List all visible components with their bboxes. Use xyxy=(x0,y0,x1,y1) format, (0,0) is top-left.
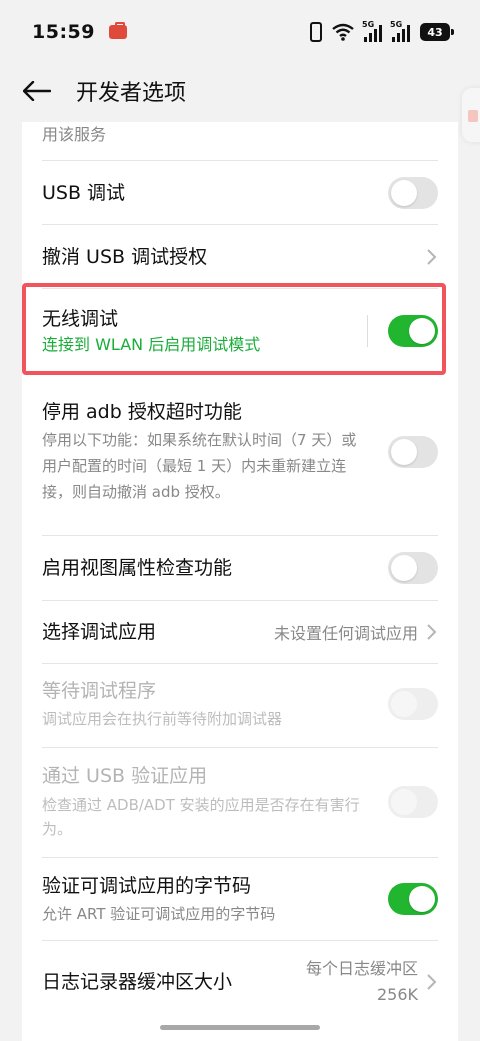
setting-subtitle: 停用以下功能：如果系统在默认时间（7 天）或用户配置的时间（最短 1 天）内未重… xyxy=(42,431,357,501)
setting-title: 无线调试 xyxy=(42,308,119,330)
setting-subtitle: 允许 ART 验证可调试应用的字节码 xyxy=(42,905,276,923)
vertical-separator xyxy=(367,315,368,347)
setting-subtitle: 调试应用会在执行前等待附加调试器 xyxy=(42,710,283,728)
setting-revoke-usb-auth[interactable]: 撤消 USB 调试授权 xyxy=(22,225,458,288)
vibrate-icon xyxy=(310,22,322,42)
chevron-right-icon xyxy=(427,248,437,265)
status-bar: 15:59 5G 5G 43 xyxy=(0,0,480,64)
setting-subtitle: 连接到 WLAN 后启用调试模式 xyxy=(42,335,261,354)
network-type-label: 5G xyxy=(362,20,375,29)
status-time: 15:59 xyxy=(32,21,95,43)
setting-value: 未设置任何调试应用 xyxy=(273,624,418,643)
view-attribute-toggle[interactable] xyxy=(388,552,438,584)
setting-title: 通过 USB 验证应用 xyxy=(42,765,208,787)
app-bar: 开发者选项 xyxy=(0,64,480,118)
chevron-right-icon xyxy=(427,974,437,990)
setting-subtitle: 检查通过 ADB/ADT 安装的应用是否存在有害行为。 xyxy=(42,796,360,838)
setting-wait-for-debugger: 等待调试程序 调试应用会在执行前等待附加调试器 xyxy=(22,664,458,744)
usb-debugging-toggle[interactable] xyxy=(388,176,438,209)
setting-view-attribute-inspection[interactable]: 启用视图属性检查功能 xyxy=(22,536,458,600)
setting-title: 等待调试程序 xyxy=(42,680,157,702)
setting-verify-apps-usb: 通过 USB 验证应用 检查通过 ADB/ADT 安装的应用是否存在有害行为。 xyxy=(22,748,458,856)
setting-value: 每个日志缓冲区 256K xyxy=(306,956,418,1008)
partial-setting-text: 用该服务 xyxy=(42,125,107,144)
setting-disable-adb-timeout[interactable]: 停用 adb 授权超时功能 停用以下功能：如果系统在默认时间（7 天）或用户配置… xyxy=(22,378,458,526)
setting-title: 停用 adb 授权超时功能 xyxy=(42,401,242,423)
settings-card: 用该服务 USB 调试 撤消 USB 调试授权 无线调试 连接到 WLAN 后启… xyxy=(22,122,458,1041)
wifi-icon xyxy=(332,23,354,41)
network-type-label: 5G xyxy=(390,20,403,29)
home-indicator[interactable] xyxy=(160,1025,320,1030)
setting-logger-buffer-size[interactable]: 日志记录器缓冲区大小 每个日志缓冲区 256K xyxy=(22,941,458,1023)
setting-title: USB 调试 xyxy=(42,181,126,204)
page-title: 开发者选项 xyxy=(76,81,187,106)
disable-adb-timeout-toggle[interactable] xyxy=(388,436,438,468)
status-icons: 5G 5G 43 xyxy=(310,20,454,42)
setting-title: 撤消 USB 调试授权 xyxy=(42,245,208,268)
setting-usb-debugging[interactable]: USB 调试 xyxy=(22,161,458,224)
verify-apps-usb-toggle xyxy=(388,786,438,818)
verify-bytecode-toggle[interactable] xyxy=(388,883,438,915)
signal-icon-1: 5G xyxy=(362,20,382,42)
battery-icon: 43 xyxy=(420,23,454,41)
setting-value-line-2: 256K xyxy=(376,985,418,1004)
setting-title: 验证可调试应用的字节码 xyxy=(42,875,252,897)
setting-verify-bytecode[interactable]: 验证可调试应用的字节码 允许 ART 验证可调试应用的字节码 xyxy=(22,858,458,940)
wireless-debugging-toggle[interactable] xyxy=(388,315,438,347)
setting-select-debug-app[interactable]: 选择调试应用 未设置任何调试应用 xyxy=(22,601,458,663)
setting-wireless-debugging[interactable]: 无线调试 连接到 WLAN 后启用调试模式 xyxy=(22,289,458,373)
floating-edge-handle[interactable] xyxy=(462,88,480,142)
setting-value-line-1: 每个日志缓冲区 xyxy=(305,959,418,978)
setting-title: 启用视图属性检查功能 xyxy=(42,557,233,579)
wait-for-debugger-toggle xyxy=(388,688,438,720)
partial-setting-row: 用该服务 xyxy=(22,122,458,160)
briefcase-icon xyxy=(108,22,127,39)
setting-title: 日志记录器缓冲区大小 xyxy=(42,971,233,993)
chevron-right-icon xyxy=(427,624,437,640)
signal-icon-2: 5G xyxy=(390,20,410,42)
back-arrow-icon[interactable] xyxy=(22,76,52,106)
setting-title: 选择调试应用 xyxy=(42,621,157,643)
